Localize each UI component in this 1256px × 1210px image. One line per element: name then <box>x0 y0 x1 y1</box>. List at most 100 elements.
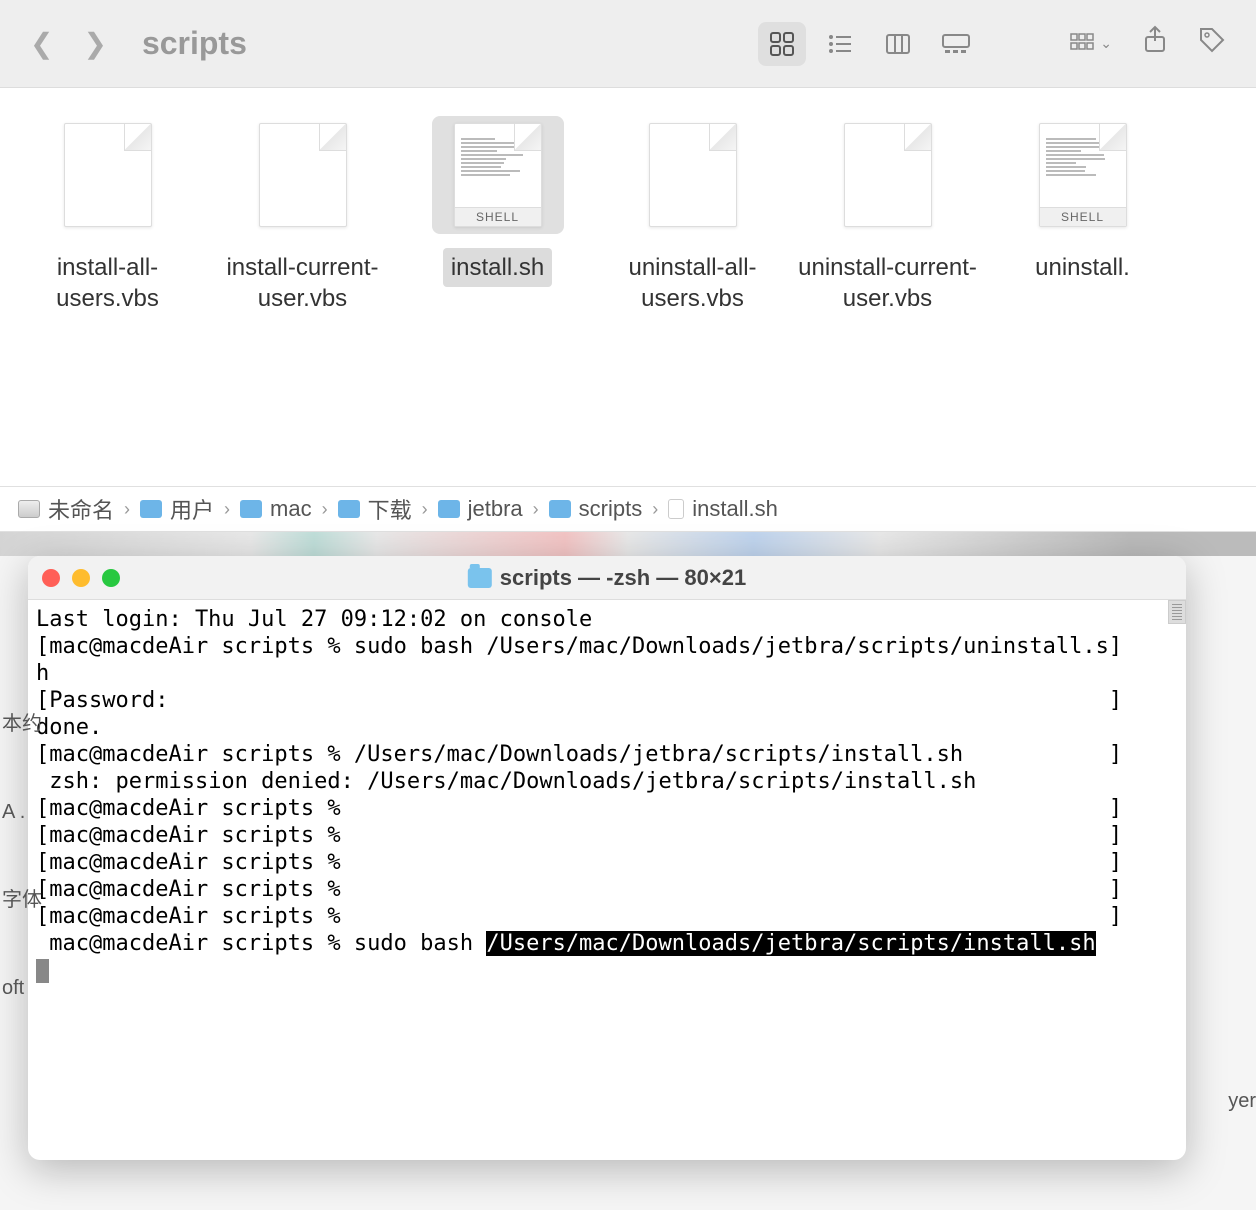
file-icon-wrap <box>822 116 954 234</box>
breadcrumb-label: scripts <box>579 496 643 522</box>
breadcrumb-separator: › <box>652 499 658 520</box>
zoom-button[interactable] <box>102 569 120 587</box>
window-controls <box>42 569 120 587</box>
nav-arrows: ❮ ❯ <box>30 27 107 60</box>
tag-icon <box>1198 26 1226 54</box>
terminal-title: scripts — -zsh — 80×21 <box>468 565 746 591</box>
forward-button[interactable]: ❯ <box>83 27 106 60</box>
desktop-fragment: 字体 <box>0 856 44 944</box>
file-name-label: install-all-users.vbs <box>10 248 205 318</box>
folder-icon <box>140 500 162 518</box>
disk-icon <box>18 500 40 518</box>
share-icon <box>1142 25 1168 55</box>
document-file-icon <box>64 123 152 227</box>
gallery-icon <box>941 33 971 55</box>
toolbar-right: ⌄ <box>1070 25 1226 62</box>
grid-icon <box>769 31 795 57</box>
folder-icon <box>549 500 571 518</box>
finder-window: ❮ ❯ scripts ⌄ <box>0 0 1256 532</box>
breadcrumb-label: 未命名 <box>48 493 114 525</box>
breadcrumb-label: install.sh <box>692 496 778 522</box>
back-button[interactable]: ❮ <box>30 27 53 60</box>
view-controls <box>758 22 980 66</box>
terminal-titlebar[interactable]: scripts — -zsh — 80×21 <box>28 556 1186 600</box>
breadcrumb-label: mac <box>270 496 312 522</box>
desktop-fragment: A . <box>0 768 44 856</box>
terminal-line-current: mac@macdeAir scripts % sudo bash /Users/… <box>36 930 1178 957</box>
file-name-label: install.sh <box>443 248 552 287</box>
shell-file-icon: SHELL <box>454 123 542 227</box>
column-view-button[interactable] <box>874 22 922 66</box>
document-file-icon <box>259 123 347 227</box>
shell-badge: SHELL <box>455 207 541 226</box>
breadcrumb-item[interactable]: install.sh <box>668 496 778 522</box>
tags-button[interactable] <box>1198 26 1226 61</box>
file-icon-wrap: SHELL <box>1017 116 1149 234</box>
group-icon <box>1070 33 1096 55</box>
breadcrumb-item[interactable]: jetbra <box>438 496 523 522</box>
list-view-button[interactable] <box>816 22 864 66</box>
breadcrumb-separator: › <box>422 499 428 520</box>
desktop-edge-left: 本约A .字体oft <box>0 680 44 1032</box>
file-name-label: install-current-user.vbs <box>205 248 400 318</box>
breadcrumb-item[interactable]: scripts <box>549 496 643 522</box>
file-icon <box>668 499 684 519</box>
terminal-line: [mac@macdeAir scripts % ] <box>36 795 1178 822</box>
breadcrumb-label: 用户 <box>170 493 214 525</box>
folder-icon <box>468 568 492 588</box>
file-item[interactable]: uninstall-current-user.vbs <box>790 108 985 466</box>
desktop-edge-right: yer <box>1228 1090 1256 1113</box>
icon-view-button[interactable] <box>758 22 806 66</box>
breadcrumb-label: 下载 <box>368 493 412 525</box>
terminal-line: [mac@macdeAir scripts % ] <box>36 849 1178 876</box>
file-name-label: uninstall. <box>1027 248 1138 287</box>
file-icon-wrap <box>42 116 174 234</box>
breadcrumb-separator: › <box>124 499 130 520</box>
shell-file-icon: SHELL <box>1039 123 1127 227</box>
minimize-button[interactable] <box>72 569 90 587</box>
breadcrumb-item[interactable]: 未命名 <box>18 493 114 525</box>
file-item[interactable]: SHELL uninstall. <box>985 108 1180 466</box>
terminal-window[interactable]: scripts — -zsh — 80×21 Last login: Thu J… <box>28 556 1186 1160</box>
terminal-line: [mac@macdeAir scripts % sudo bash /Users… <box>36 633 1178 660</box>
folder-icon <box>338 500 360 518</box>
close-button[interactable] <box>42 569 60 587</box>
breadcrumb-item[interactable]: 用户 <box>140 493 214 525</box>
terminal-line: zsh: permission denied: /Users/mac/Downl… <box>36 768 1178 795</box>
breadcrumb-label: jetbra <box>468 496 523 522</box>
file-item[interactable]: install-current-user.vbs <box>205 108 400 466</box>
document-file-icon <box>649 123 737 227</box>
file-grid[interactable]: install-all-users.vbsinstall-current-use… <box>0 88 1256 486</box>
desktop-fragment: 本约 <box>0 680 44 768</box>
terminal-prompt-text: mac@macdeAir scripts % sudo bash <box>36 931 486 956</box>
terminal-line: [mac@macdeAir scripts % /Users/mac/Downl… <box>36 741 1178 768</box>
terminal-highlighted-path: /Users/mac/Downloads/jetbra/scripts/inst… <box>486 931 1095 956</box>
finder-toolbar: ❮ ❯ scripts ⌄ <box>0 0 1256 88</box>
terminal-line: Last login: Thu Jul 27 09:12:02 on conso… <box>36 606 1178 633</box>
group-by-button[interactable]: ⌄ <box>1070 33 1112 55</box>
file-item[interactable]: SHELL install.sh <box>400 108 595 466</box>
breadcrumb: 未命名›用户›mac›下载›jetbra›scripts›install.sh <box>0 486 1256 532</box>
breadcrumb-item[interactable]: mac <box>240 496 312 522</box>
list-icon <box>827 31 853 57</box>
file-icon-wrap <box>237 116 369 234</box>
terminal-title-text: scripts — -zsh — 80×21 <box>500 565 746 591</box>
columns-icon <box>885 31 911 57</box>
file-item[interactable]: uninstall-all-users.vbs <box>595 108 790 466</box>
folder-icon <box>240 500 262 518</box>
terminal-line: [mac@macdeAir scripts % ] <box>36 903 1178 930</box>
breadcrumb-item[interactable]: 下载 <box>338 493 412 525</box>
terminal-line: [mac@macdeAir scripts % ] <box>36 876 1178 903</box>
shell-badge: SHELL <box>1040 207 1126 226</box>
share-button[interactable] <box>1142 25 1168 62</box>
file-name-label: uninstall-current-user.vbs <box>790 248 985 318</box>
desktop-fragment: oft <box>0 944 44 1032</box>
breadcrumb-separator: › <box>533 499 539 520</box>
desktop-background <box>0 532 1256 556</box>
file-name-label: uninstall-all-users.vbs <box>595 248 790 318</box>
gallery-view-button[interactable] <box>932 22 980 66</box>
terminal-content[interactable]: Last login: Thu Jul 27 09:12:02 on conso… <box>28 600 1186 1160</box>
terminal-line: [Password: ] <box>36 687 1178 714</box>
file-item[interactable]: install-all-users.vbs <box>10 108 205 466</box>
chevron-down-icon: ⌄ <box>1100 35 1112 52</box>
